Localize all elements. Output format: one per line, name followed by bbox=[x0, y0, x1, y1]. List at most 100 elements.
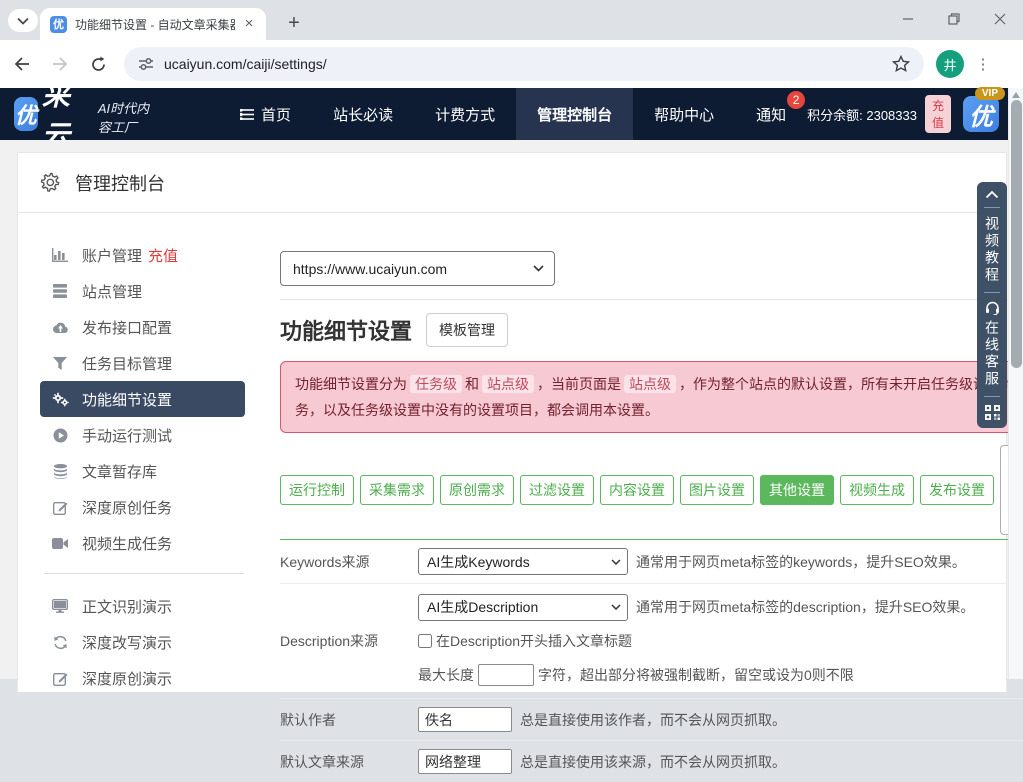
online-service-label: 在线客服 bbox=[982, 320, 1002, 388]
sidebar-item-manual-test[interactable]: 手动运行测试 bbox=[40, 417, 245, 453]
site-select[interactable]: https://www.ucaiyun.com bbox=[280, 251, 555, 286]
qr-code-button[interactable] bbox=[985, 405, 1000, 420]
page-background: 管理控制台 账户管理 充值 站点管理 发布接口配置 bbox=[0, 140, 1008, 679]
menu-item-must-read[interactable]: 站长必读 bbox=[312, 88, 414, 140]
chevron-down-icon bbox=[533, 265, 544, 272]
tab-other[interactable]: 其他设置 bbox=[760, 475, 834, 505]
keywords-source-select[interactable]: AI生成Keywords bbox=[418, 548, 628, 575]
minimize-button[interactable] bbox=[885, 0, 931, 38]
monitor-icon bbox=[50, 599, 70, 613]
description-row: Description来源 AI生成Description 通常用于网页meta… bbox=[280, 584, 1023, 699]
tab-original[interactable]: 原创需求 bbox=[440, 475, 514, 505]
bookmark-star-icon[interactable] bbox=[892, 55, 910, 73]
gears-icon bbox=[50, 392, 70, 407]
description-source-select[interactable]: AI生成Description bbox=[418, 594, 628, 621]
default-author-row: 默认作者 总是直接使用该作者，而不会从网页抓取。 bbox=[280, 699, 1023, 741]
field-description: 总是直接使用该作者，而不会从网页抓取。 bbox=[520, 710, 786, 730]
tab-publish[interactable]: 发布设置 bbox=[920, 475, 994, 505]
recharge-button[interactable]: 充值 bbox=[925, 95, 951, 133]
sidebar-item-label: 功能细节设置 bbox=[82, 389, 172, 410]
panel-divider bbox=[984, 207, 1000, 208]
notification-badge: 2 bbox=[787, 91, 805, 109]
points-balance: 积分余额: 2308333 bbox=[807, 105, 917, 124]
card-header: 管理控制台 bbox=[18, 153, 1006, 213]
tab-image[interactable]: 图片设置 bbox=[680, 475, 754, 505]
menu-item-label: 通知 bbox=[756, 104, 786, 125]
menu-item-billing[interactable]: 计费方式 bbox=[414, 88, 516, 140]
browser-tab[interactable]: 优 功能细节设置 - 自动文章采集器 × bbox=[40, 8, 266, 40]
close-window-button[interactable] bbox=[977, 0, 1023, 38]
menu-item-notifications[interactable]: 通知 2 bbox=[735, 88, 807, 140]
user-avatar[interactable]: 优 VIP bbox=[963, 96, 999, 132]
tab-search-button[interactable] bbox=[8, 9, 38, 32]
panel-divider bbox=[984, 292, 1000, 293]
alert-text: ，当前页面是 bbox=[537, 376, 621, 392]
restore-button[interactable] bbox=[931, 0, 977, 38]
sidebar-item-label: 视频生成任务 bbox=[82, 533, 172, 554]
scrollbar-up-arrow[interactable] bbox=[1012, 92, 1020, 98]
sidebar-item-sites[interactable]: 站点管理 bbox=[40, 273, 245, 309]
section-divider bbox=[280, 299, 1023, 300]
browser-scrollbar[interactable] bbox=[1008, 88, 1023, 679]
sidebar-item-video-task[interactable]: 视频生成任务 bbox=[40, 525, 245, 561]
funnel-icon bbox=[50, 357, 70, 370]
refresh-icon bbox=[50, 635, 70, 650]
tab-close-icon[interactable]: × bbox=[240, 15, 258, 33]
sidebar-item-publish-api[interactable]: 发布接口配置 bbox=[40, 309, 245, 345]
sidebar-item-label: 深度改写演示 bbox=[82, 632, 172, 653]
default-source-input[interactable] bbox=[418, 749, 512, 774]
template-manage-button[interactable]: 模板管理 bbox=[426, 313, 508, 347]
default-source-row: 默认文章来源 总是直接使用该来源，而不会从网页抓取。 bbox=[280, 741, 1023, 782]
url-text[interactable]: ucaiyun.com/caiji/settings/ bbox=[164, 56, 327, 72]
section-heading: 功能细节设置 bbox=[280, 314, 412, 346]
scrollbar-thumb[interactable] bbox=[1011, 100, 1022, 368]
select-value: AI生成Keywords bbox=[427, 552, 530, 572]
browser-profile-avatar[interactable]: 井 bbox=[936, 50, 964, 78]
sidebar-item-account[interactable]: 账户管理 充值 bbox=[40, 237, 245, 273]
sidebar: 账户管理 充值 站点管理 发布接口配置 任务目标管理 功能细节设置 bbox=[18, 213, 263, 782]
settings-tabs: 运行控制 采集需求 原创需求 过滤设置 内容设置 图片设置 其他设置 视频生成 … bbox=[280, 445, 1023, 540]
max-length-input[interactable] bbox=[478, 664, 534, 686]
browser-menu-icon[interactable]: ⋮ bbox=[970, 50, 996, 78]
tab-filter[interactable]: 过滤设置 bbox=[520, 475, 594, 505]
cloud-upload-icon bbox=[50, 321, 70, 334]
menu-item-label: 站长必读 bbox=[333, 104, 393, 125]
new-tab-button[interactable]: + bbox=[280, 10, 308, 38]
favicon: 优 bbox=[50, 16, 67, 33]
logo-tagline: AI时代内容工厂 bbox=[98, 98, 161, 136]
bar-chart-icon bbox=[50, 248, 70, 262]
gear-icon bbox=[40, 172, 61, 193]
sidebar-item-function-settings[interactable]: 功能细节设置 bbox=[40, 381, 245, 417]
tab-run-control[interactable]: 运行控制 bbox=[280, 475, 354, 505]
sidebar-item-deep-original-task[interactable]: 深度原创任务 bbox=[40, 489, 245, 525]
default-author-input[interactable] bbox=[418, 707, 512, 732]
field-label: Description来源 bbox=[280, 631, 418, 651]
insert-title-checkbox[interactable] bbox=[418, 634, 432, 648]
sidebar-item-label: 深度原创任务 bbox=[82, 497, 172, 518]
field-description: 总是直接使用该来源，而不会从网页抓取。 bbox=[520, 752, 786, 772]
site-select-value: https://www.ucaiyun.com bbox=[293, 261, 447, 277]
alert-text: 功能细节设置分为 bbox=[295, 376, 407, 392]
sidebar-item-rewrite-demo[interactable]: 深度改写演示 bbox=[40, 624, 245, 660]
site-settings-icon[interactable] bbox=[138, 57, 154, 71]
menu-item-home[interactable]: 首页 bbox=[219, 88, 312, 140]
tab-video[interactable]: 视频生成 bbox=[840, 475, 914, 505]
menu-item-label: 管理控制台 bbox=[537, 104, 612, 125]
chevron-down-icon bbox=[611, 559, 621, 565]
server-icon bbox=[50, 284, 70, 298]
sidebar-recharge-link[interactable]: 充值 bbox=[148, 245, 178, 266]
sidebar-item-article-store[interactable]: 文章暂存库 bbox=[40, 453, 245, 489]
menu-item-label: 帮助中心 bbox=[654, 104, 714, 125]
menu-item-help[interactable]: 帮助中心 bbox=[633, 88, 735, 140]
level-badge: 站点级 bbox=[624, 375, 676, 393]
omnibox[interactable]: ucaiyun.com/caiji/settings/ bbox=[124, 47, 924, 81]
tab-collect[interactable]: 采集需求 bbox=[360, 475, 434, 505]
back-to-top-button[interactable] bbox=[985, 190, 999, 199]
sidebar-item-original-demo[interactable]: 深度原创演示 bbox=[40, 660, 245, 696]
video-tutorial-link[interactable]: 视频教程 bbox=[982, 216, 1002, 284]
menu-item-console[interactable]: 管理控制台 bbox=[516, 88, 633, 140]
video-camera-icon bbox=[50, 538, 70, 549]
sidebar-item-content-demo[interactable]: 正文识别演示 bbox=[40, 588, 245, 624]
sidebar-item-task-targets[interactable]: 任务目标管理 bbox=[40, 345, 245, 381]
tab-content[interactable]: 内容设置 bbox=[600, 475, 674, 505]
